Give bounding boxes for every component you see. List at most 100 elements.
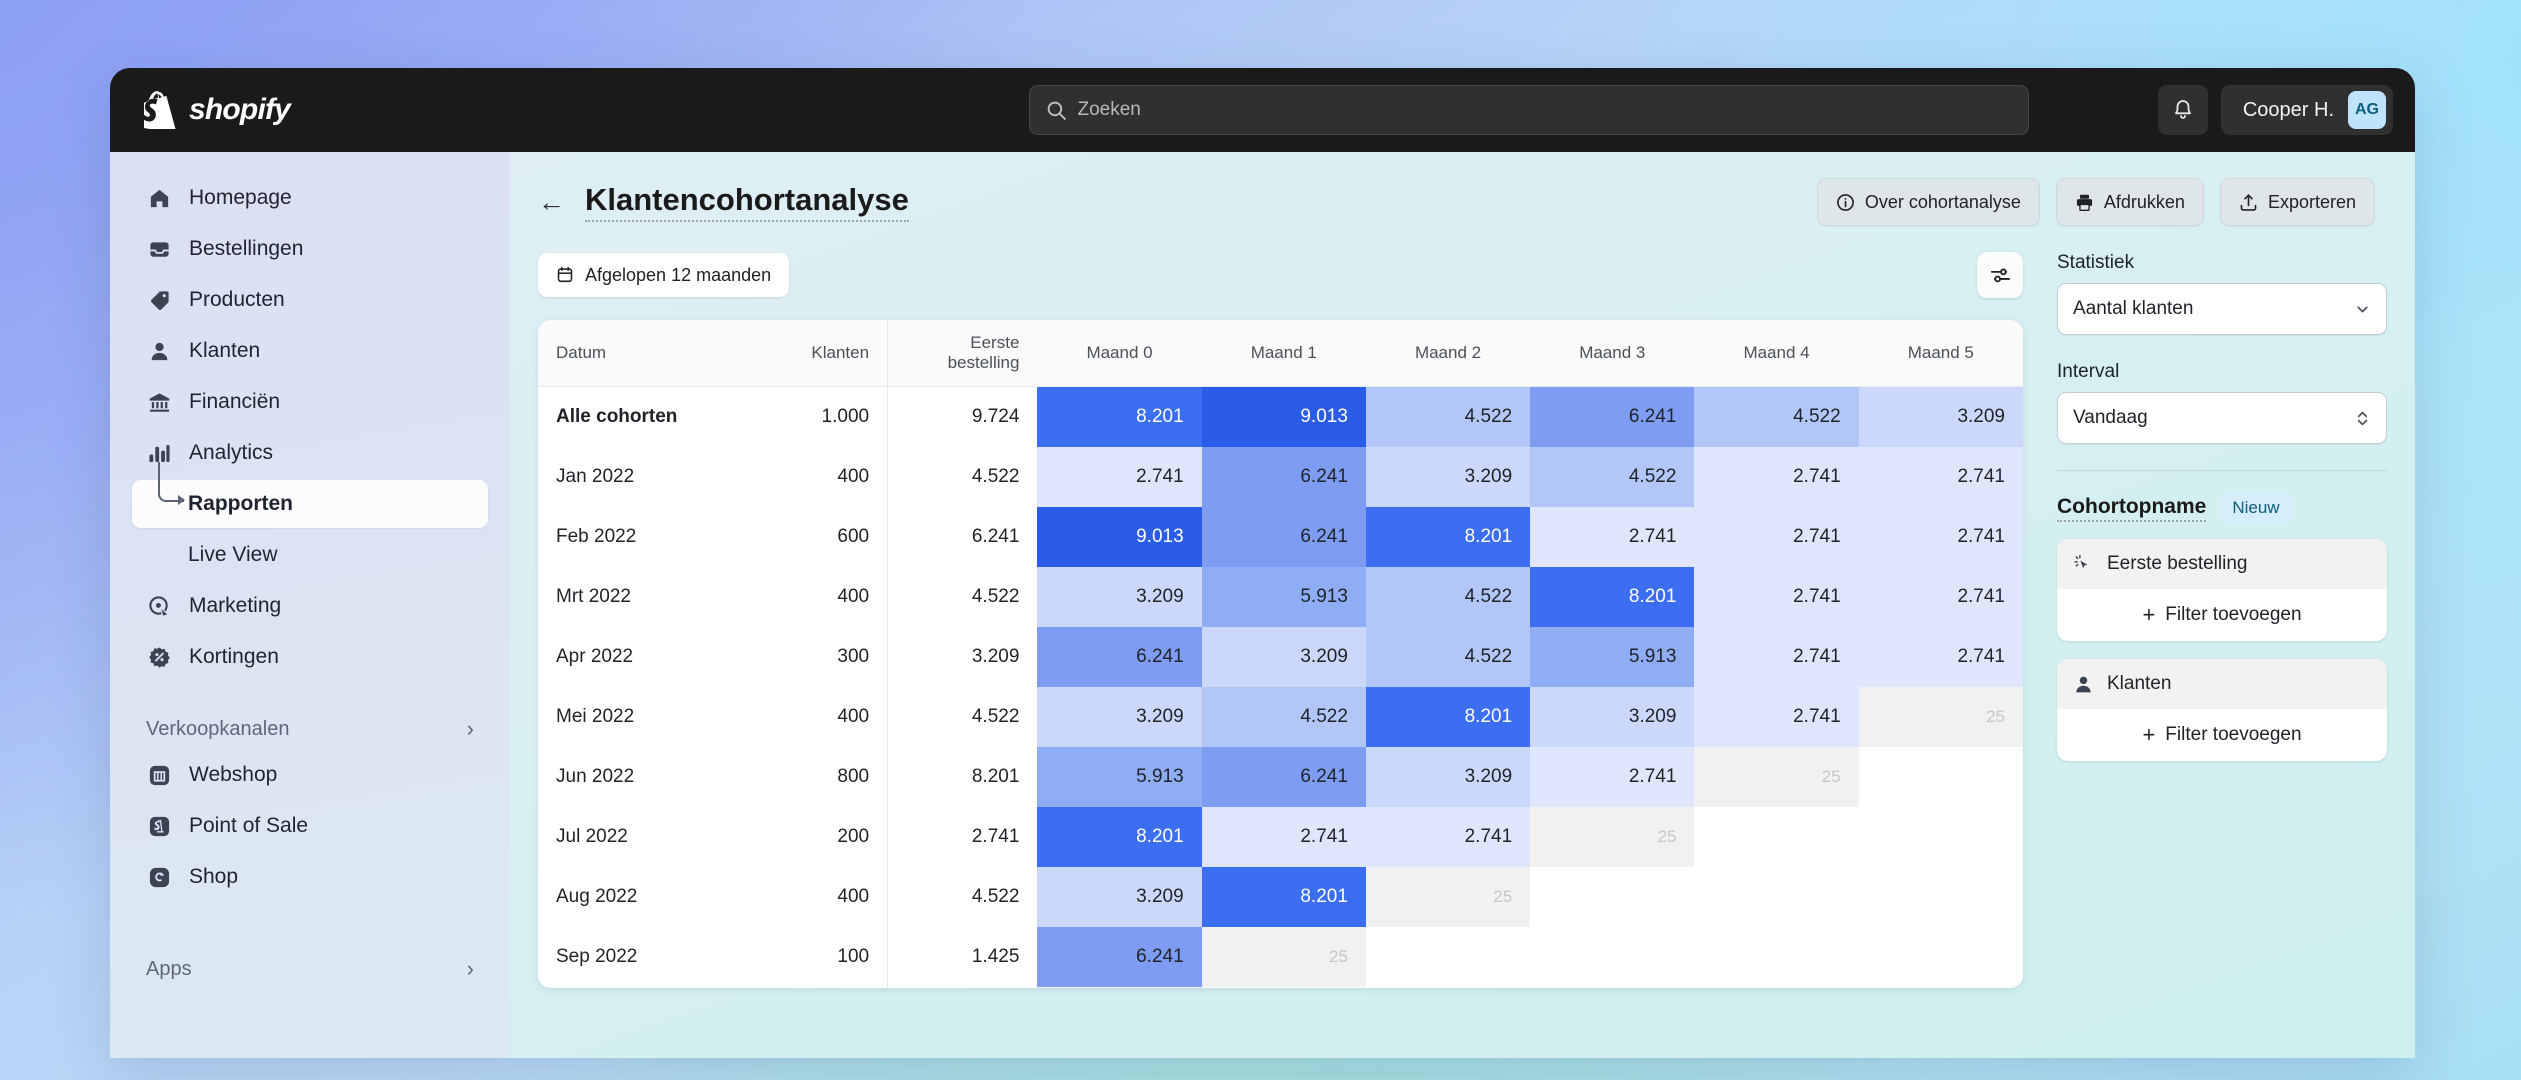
filter-card-eerste-bestelling: Eerste bestelling + Filter toevoegen: [2057, 539, 2387, 641]
cell-maand-5: [1858, 986, 2023, 988]
table-row[interactable]: Alle cohorten 1.000 9.724 8.201 9.013 4.522 6.…: [538, 386, 2023, 447]
cell-datum: Jul 2022: [556, 825, 628, 847]
col-header-maand-0[interactable]: Maand 0: [1037, 320, 1202, 387]
cell-klanten: 200: [837, 825, 870, 847]
table-row[interactable]: Jul 2022 200 2.741 8.201 2.741 2.741 25: [538, 806, 2023, 867]
add-filter-button[interactable]: + Filter toevoegen: [2057, 589, 2387, 641]
cell-datum: Feb 2022: [556, 525, 637, 547]
table-row[interactable]: Mei 2022 400 4.522 3.209 4.522 8.201 3.209 2.74…: [538, 686, 2023, 747]
cell-klanten: 400: [837, 705, 870, 727]
table-row[interactable]: Okt 20223030125: [538, 986, 2023, 988]
table-row[interactable]: Aug 2022 400 4.522 3.209 8.201 25: [538, 866, 2023, 927]
table-head: Datum Klanten Eerste bestelling Maand 0 …: [538, 320, 2023, 387]
sidebar-item-label: Homepage: [189, 186, 292, 209]
sidebar-item-producten[interactable]: Producten: [132, 276, 488, 324]
status-badge: Nieuw: [2220, 493, 2292, 523]
chevron-updown-icon: [2354, 409, 2371, 428]
export-button[interactable]: Exporteren: [2219, 178, 2375, 226]
col-header-maand-5[interactable]: Maand 5: [1858, 320, 2023, 387]
statistic-select[interactable]: Aantal klanten: [2057, 283, 2387, 335]
cell-maand-2: 8.201: [1365, 506, 1531, 567]
cell-klanten: 300: [837, 645, 870, 667]
col-header-maand-1[interactable]: Maand 1: [1201, 320, 1366, 387]
back-button[interactable]: ←: [538, 187, 565, 218]
cell-maand-4: 2.741: [1694, 506, 1859, 567]
table-row[interactable]: Apr 2022 300 3.209 6.241 3.209 4.522 5.913 2.74…: [538, 626, 2023, 687]
main-content: ← Klantencohortanalyse Over cohortanalys…: [510, 152, 2415, 1058]
sidebar-item-webshop[interactable]: Webshop: [132, 751, 488, 799]
cell-maand-4: 2.741: [1694, 686, 1859, 747]
table-row[interactable]: Mrt 2022 400 4.522 3.209 5.913 4.522 8.201 2.74…: [538, 566, 2023, 627]
cell-maand-3: 5.913: [1530, 626, 1695, 687]
cell-maand-4: 2.741: [1694, 566, 1859, 627]
table-row[interactable]: Sep 2022 100 1.425 6.241 25: [538, 926, 2023, 987]
cell-eerste-bestelling: 4.522: [887, 446, 1038, 507]
sidebar-item-point-of-sale[interactable]: Point of Sale: [132, 802, 488, 850]
tag-icon: [146, 289, 172, 312]
cell-klanten: 400: [837, 465, 870, 487]
cell-maand-1: 6.241: [1201, 506, 1366, 567]
cell-maand-3: 3.209: [1530, 686, 1695, 747]
sidebar-item-bestellingen[interactable]: Bestellingen: [132, 225, 488, 273]
top-bar-right: Cooper H. AG: [2157, 85, 2393, 135]
cell-maand-3: 2.741: [1530, 746, 1695, 807]
cohort-table-card: Datum Klanten Eerste bestelling Maand 0 …: [538, 320, 2023, 988]
target-cursor-icon: [146, 595, 172, 618]
cell-maand-0: 25: [1037, 986, 1202, 988]
cell-maand-3: 25: [1530, 806, 1695, 867]
cell-maand-5: 2.741: [1858, 626, 2023, 687]
plus-icon: +: [2142, 602, 2156, 627]
sidebar-item-label: Bestellingen: [189, 237, 304, 260]
print-button[interactable]: Afdrukken: [2055, 178, 2204, 226]
date-range-button[interactable]: Afgelopen 12 maanden: [538, 253, 790, 297]
shopify-logo[interactable]: shopify: [144, 91, 664, 129]
cell-klanten: 800: [837, 765, 870, 787]
app-window: shopify Zoeken Cooper H. AG Homepage Bes…: [110, 68, 2415, 1058]
orders-icon: [146, 238, 172, 261]
add-filter-label: Filter toevoegen: [2165, 604, 2302, 625]
sidebar-item-kortingen[interactable]: Kortingen: [132, 633, 488, 681]
cell-maand-3: 6.241: [1530, 386, 1695, 447]
sparkle-cursor-icon: [2073, 554, 2094, 575]
col-header-datum[interactable]: Datum: [538, 320, 749, 387]
sidebar-item-live-view[interactable]: Live View: [132, 531, 488, 579]
search-placeholder: Zoeken: [1077, 99, 1141, 120]
col-header-klanten[interactable]: Klanten: [748, 320, 888, 387]
search-input[interactable]: Zoeken: [1028, 85, 2029, 135]
sidebar-item-shop[interactable]: Shop: [132, 853, 488, 901]
date-range-label: Afgelopen 12 maanden: [585, 264, 772, 285]
cell-maand-3: 4.522: [1530, 446, 1695, 507]
table-row[interactable]: Feb 2022 600 6.241 9.013 6.241 8.201 2.741 2.74…: [538, 506, 2023, 567]
col-header-maand-3[interactable]: Maand 3: [1530, 320, 1695, 387]
sidebar-section-apps[interactable]: Apps ›: [132, 947, 488, 991]
cell-maand-1: 8.201: [1201, 866, 1366, 927]
sidebar-item-rapporten[interactable]: Rapporten: [132, 462, 488, 528]
interval-select[interactable]: Vandaag: [2057, 392, 2387, 444]
col-header-maand-4[interactable]: Maand 4: [1694, 320, 1859, 387]
cell-maand-0: 8.201: [1037, 386, 1202, 447]
table-row[interactable]: Jun 2022 800 8.201 5.913 6.241 3.209 2.741 25: [538, 746, 2023, 807]
notifications-button[interactable]: [2157, 85, 2208, 135]
sidebar-item-marketing[interactable]: Marketing: [132, 582, 488, 630]
add-filter-button[interactable]: + Filter toevoegen: [2057, 709, 2387, 761]
export-icon: [2239, 193, 2258, 212]
sidebar-item-analytics[interactable]: Analytics: [132, 429, 488, 477]
table-row[interactable]: Jan 2022 400 4.522 2.741 6.241 3.209 4.522 2.74…: [538, 446, 2023, 507]
calendar-icon: [556, 266, 574, 284]
sidebar-item-financien[interactable]: Financiën: [132, 378, 488, 426]
user-menu-button[interactable]: Cooper H. AG: [2220, 85, 2393, 135]
cell-maand-0: 6.241: [1037, 926, 1202, 987]
sidebar-section-sales-channels[interactable]: Verkoopkanalen ›: [132, 707, 488, 751]
about-cohort-analysis-button[interactable]: Over cohortanalyse: [1816, 178, 2040, 226]
cell-maand-2: 3.209: [1365, 446, 1531, 507]
cell-maand-4: 2.741: [1694, 446, 1859, 507]
col-header-maand-2[interactable]: Maand 2: [1365, 320, 1531, 387]
sidebar-item-homepage[interactable]: Homepage: [132, 174, 488, 222]
page-actions: Over cohortanalyse Afdrukken Exporteren: [1816, 178, 2375, 226]
sidebar-item-klanten[interactable]: Klanten: [132, 327, 488, 375]
col-header-eerste-bestelling[interactable]: Eerste bestelling: [887, 320, 1038, 387]
cell-maand-1: 25: [1201, 926, 1366, 987]
cell-maand-2: 4.522: [1365, 566, 1531, 627]
button-label: Afdrukken: [2103, 191, 2185, 212]
table-settings-button[interactable]: [1977, 252, 2023, 298]
